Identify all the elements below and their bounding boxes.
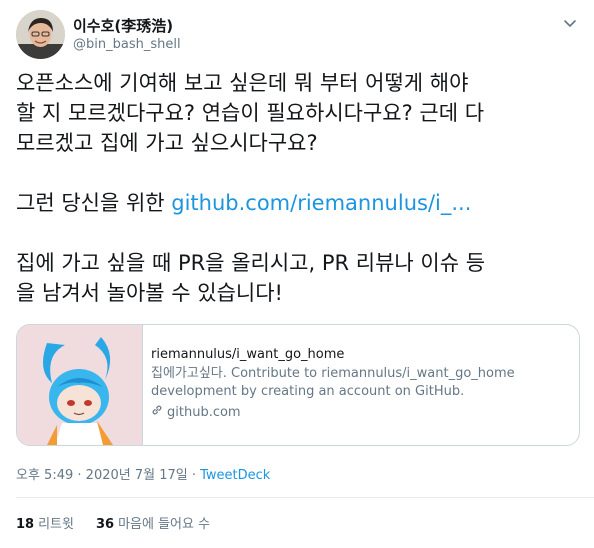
meta-separator: · [77, 468, 82, 483]
divider [16, 497, 594, 498]
tweet-line: 을 남겨서 놀아볼 수 있습니다! [16, 281, 283, 305]
tweet-link[interactable]: github.com/riemannulus/i_... [171, 191, 471, 215]
card-domain-text: github.com [167, 404, 241, 420]
user-handle[interactable]: @bin_bash_shell [73, 37, 181, 52]
tweet-line: 집에 가고 싶을 때 PR을 올리시고, PR 리뷰나 이슈 등 [16, 251, 486, 275]
tweet-line: 모르겠고 집에 가고 싶으시다구요? [16, 131, 318, 155]
retweets-label: 리트윗 [38, 517, 74, 532]
card-domain: github.com [151, 404, 571, 420]
card-body: riemannulus/i_want_go_home 집에가고싶다. Contr… [151, 347, 571, 420]
tweet-header: 이수호(李琇浩) @bin_bash_shell [16, 10, 578, 59]
card-thumbnail-image [17, 325, 143, 445]
tweet-source-link[interactable]: TweetDeck [200, 468, 270, 483]
tweet-time[interactable]: 오후 5:49 [16, 468, 73, 483]
tweet-date[interactable]: 2020년 7월 17일 [86, 468, 188, 483]
card-title: riemannulus/i_want_go_home [151, 347, 345, 362]
link-preview-card[interactable]: riemannulus/i_want_go_home 집에가고싶다. Contr… [16, 324, 580, 446]
chevron-down-icon[interactable] [562, 16, 578, 30]
likes-label: 마음에 들어요 수 [118, 517, 211, 532]
avatar[interactable] [16, 10, 65, 59]
tweet-line: 그런 당신을 위한 github.com/riemannulus/i_... [16, 188, 582, 218]
display-name[interactable]: 이수호(李琇浩) [73, 15, 173, 36]
likes-stat[interactable]: 36 마음에 들어요 수 [96, 513, 210, 532]
tweet-stats: 18 리트윗 36 마음에 들어요 수 [16, 513, 210, 532]
tweet-text: 오픈소스에 기여해 보고 싶은데 뭐 부터 어떻게 해야 할 지 모르겠다구요?… [16, 68, 582, 308]
meta-separator: · [191, 468, 196, 483]
retweets-stat[interactable]: 18 리트윗 [16, 513, 74, 532]
tweet-line: 오픈소스에 기여해 보고 싶은데 뭐 부터 어떻게 해야 [16, 71, 469, 95]
tweet-line: 할 지 모르겠다구요? 연습이 필요하시다구요? 근데 다 [16, 101, 485, 125]
likes-count: 36 [95, 517, 115, 532]
tweet-text-span: 그런 당신을 위한 [16, 191, 172, 215]
tweet-meta: 오후 5:49 · 2020년 7월 17일 · TweetDeck [16, 464, 270, 483]
retweets-count: 18 [16, 517, 35, 532]
card-description: 집에가고싶다. Contribute to riemannulus/i_want… [151, 366, 515, 399]
link-icon [151, 404, 163, 420]
